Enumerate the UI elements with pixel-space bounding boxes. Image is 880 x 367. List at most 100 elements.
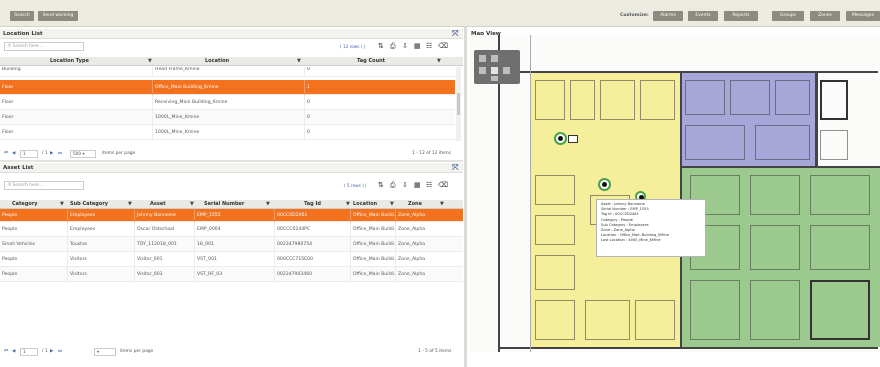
sort-icon[interactable]: ⇅ <box>378 181 384 189</box>
last-page-icon[interactable]: ⏭ <box>58 348 62 356</box>
wall <box>498 347 878 349</box>
last-page-icon[interactable]: ⏭ <box>58 150 62 158</box>
export-icon[interactable]: ⇩ <box>402 181 408 189</box>
columns-icon[interactable]: ☷ <box>426 42 432 50</box>
table-row[interactable]: Small Vehicles Toustas TOY_112018_001 18… <box>0 237 463 252</box>
page-input[interactable]: 1 <box>20 348 38 356</box>
cell: Visitor_001 <box>134 252 194 267</box>
first-page-icon[interactable]: ⏮ <box>4 150 8 158</box>
tab-zones[interactable]: Zones <box>810 11 840 21</box>
col-tag-id[interactable]: Tag Id <box>304 200 321 209</box>
page-input[interactable]: 1 <box>20 150 38 158</box>
customize-label: Customize: <box>620 13 649 18</box>
col-location-type[interactable]: Location Type <box>50 57 89 66</box>
filter-icon[interactable]: ▼ <box>60 200 64 209</box>
cell: 002347980754 <box>274 237 350 252</box>
map-navigation-control[interactable] <box>474 50 520 84</box>
col-serial-number[interactable]: Serial Number <box>204 200 244 209</box>
col-location[interactable]: Location <box>353 200 377 209</box>
map-canvas[interactable] <box>470 35 880 352</box>
room <box>730 80 770 115</box>
table-row[interactable]: Floor 1000L_Mine_Kmine 0 <box>0 125 455 140</box>
filter-icon[interactable]: ▼ <box>440 200 444 209</box>
pane-divider[interactable] <box>464 27 467 367</box>
first-page-icon[interactable]: ⏮ <box>4 348 8 356</box>
page-size-select[interactable]: 500 ▾ <box>70 150 96 158</box>
prev-page-icon[interactable]: ◀ <box>12 348 15 356</box>
cell: People <box>2 213 18 218</box>
table-row-selected[interactable]: People Employees Johnny Bonnome EMP_1555… <box>0 209 463 222</box>
col-location[interactable]: Location <box>205 57 229 66</box>
calendar-icon[interactable]: ▦ <box>414 181 421 189</box>
calendar-icon[interactable]: ▦ <box>414 42 421 50</box>
print-icon[interactable]: ⎙ <box>390 42 396 51</box>
col-asset[interactable]: Asset <box>150 200 166 209</box>
page-size-select[interactable]: ▾ <box>94 348 116 356</box>
cell: 0 <box>304 125 455 140</box>
location-search-input[interactable]: ⚲ Search here ... <box>4 42 84 51</box>
cell: Floor <box>2 100 14 105</box>
col-sub-category[interactable]: Sub Category <box>70 200 108 209</box>
col-tag-count[interactable]: Tag Count <box>357 57 385 66</box>
asset-marker[interactable] <box>598 178 611 191</box>
room <box>685 125 745 160</box>
filter-icon[interactable]: ▼ <box>437 57 441 66</box>
clear-filter-icon[interactable]: ⌫ <box>438 42 448 50</box>
cell: TOY_112018_001 <box>134 237 194 252</box>
room <box>820 80 848 120</box>
cell: Oscar Oldschool <box>134 222 194 237</box>
pan-center[interactable] <box>491 67 498 74</box>
send-warning-button[interactable]: Send warning <box>38 11 78 21</box>
location-scrollbar[interactable] <box>456 67 461 141</box>
pan-up-left[interactable] <box>479 55 486 62</box>
room <box>755 125 810 160</box>
col-category[interactable]: Category <box>12 200 38 209</box>
scrollbar-thumb[interactable] <box>457 93 460 115</box>
filter-icon[interactable]: ▼ <box>128 200 132 209</box>
table-row[interactable]: People Visitors Visitor_001 VST_001 000C… <box>0 252 463 267</box>
pan-up[interactable] <box>491 55 498 62</box>
filter-icon[interactable]: ▼ <box>190 200 194 209</box>
table-row[interactable]: Building Head Frame_Kmine 0 <box>0 67 455 77</box>
cell: EMP_0004 <box>194 222 274 237</box>
clear-filter-icon[interactable]: ⌫ <box>438 181 448 189</box>
table-row-selected[interactable]: Floor Office_Main Building_Kmine 1 <box>0 80 455 95</box>
expand-icon[interactable]: ⤧ <box>452 29 458 39</box>
pan-down[interactable] <box>491 76 498 81</box>
tab-messages[interactable]: Messages <box>846 11 880 21</box>
table-row[interactable]: People Employees Oscar Oldschool EMP_000… <box>0 222 463 237</box>
prev-page-icon[interactable]: ◀ <box>12 150 15 158</box>
filter-icon[interactable]: ▼ <box>266 200 270 209</box>
pan-left[interactable] <box>479 67 486 74</box>
tab-groups[interactable]: Groups <box>772 11 804 21</box>
room <box>810 280 870 340</box>
columns-icon[interactable]: ☷ <box>426 181 432 189</box>
page-of: / 1 <box>42 151 48 156</box>
next-page-icon[interactable]: ▶ <box>50 150 53 158</box>
splitter[interactable] <box>0 160 463 162</box>
cell: 00CC0D2461 <box>274 209 350 222</box>
pan-right[interactable] <box>503 67 510 74</box>
cell: Zone_Alpha <box>395 252 463 267</box>
filter-icon[interactable]: ▼ <box>390 200 394 209</box>
tab-events[interactable]: Events <box>688 11 718 21</box>
search-button[interactable]: Search <box>10 11 34 21</box>
filter-icon[interactable]: ▼ <box>148 57 152 66</box>
asset-table-header: Category ▼ Sub Category ▼ Asset ▼ Serial… <box>0 200 463 209</box>
next-page-icon[interactable]: ▶ <box>50 348 53 356</box>
asset-marker[interactable] <box>554 132 567 145</box>
table-row[interactable]: Floor Receiving_Main Building_Kmine 0 <box>0 95 455 110</box>
filter-icon[interactable]: ▼ <box>346 200 350 209</box>
filter-icon[interactable]: ▼ <box>297 57 301 66</box>
tab-reports[interactable]: Reports <box>724 11 758 21</box>
tab-alarms[interactable]: Alarms <box>653 11 683 21</box>
table-row[interactable]: Floor 1000L_Mine_Kmine 0 <box>0 110 455 125</box>
asset-search-input[interactable]: ⚲ Search here ... <box>4 181 84 190</box>
table-row[interactable]: People Visitors Visitor_003 VST_RF_03 00… <box>0 267 463 282</box>
expand-icon[interactable]: ⤧ <box>452 163 458 173</box>
export-icon[interactable]: ⇩ <box>402 42 408 50</box>
col-zone[interactable]: Zone <box>408 200 422 209</box>
cell: People <box>2 272 18 277</box>
sort-icon[interactable]: ⇅ <box>378 42 384 50</box>
print-icon[interactable]: ⎙ <box>390 181 396 190</box>
